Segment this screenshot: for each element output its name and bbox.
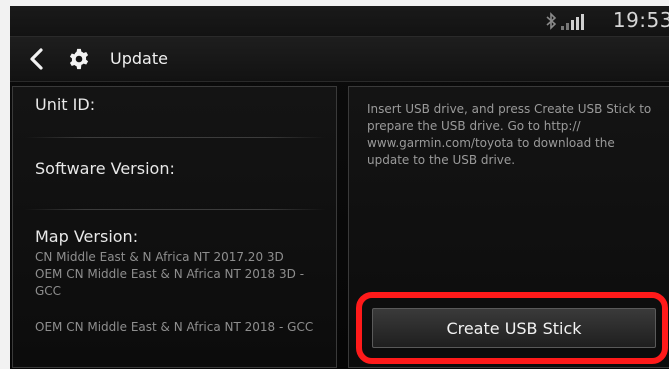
map-version-item: CN Middle East & N Africa NT 2017.20 3D [35,250,284,264]
signal-bars-icon [561,14,584,30]
bluetooth-icon [546,12,557,30]
divider [25,137,325,138]
map-version-item: OEM CN Middle East & N Africa NT 2018 - … [35,320,314,334]
device-info-panel: Unit ID: Software Version: Map Version: … [12,86,337,368]
head-unit-screen: 19:53 Update Unit ID: Software Version: … [10,6,669,369]
create-usb-stick-button[interactable]: Create USB Stick [372,308,656,348]
map-version-label: Map Version: [35,227,139,246]
map-version-item: OEM CN Middle East & N Africa NT 2018 3D… [35,267,305,298]
unit-id-label: Unit ID: [35,95,96,114]
usb-instructions-text: Insert USB drive, and press Create USB S… [367,102,652,167]
status-bar: 19:53 [10,6,669,34]
gear-icon [69,48,89,70]
title-bar: Update [10,36,669,82]
chevron-left-icon[interactable] [26,47,48,71]
divider [25,209,325,210]
page-title: Update [110,49,168,68]
clock: 19:53 [612,8,669,32]
software-version-label: Software Version: [35,159,175,178]
